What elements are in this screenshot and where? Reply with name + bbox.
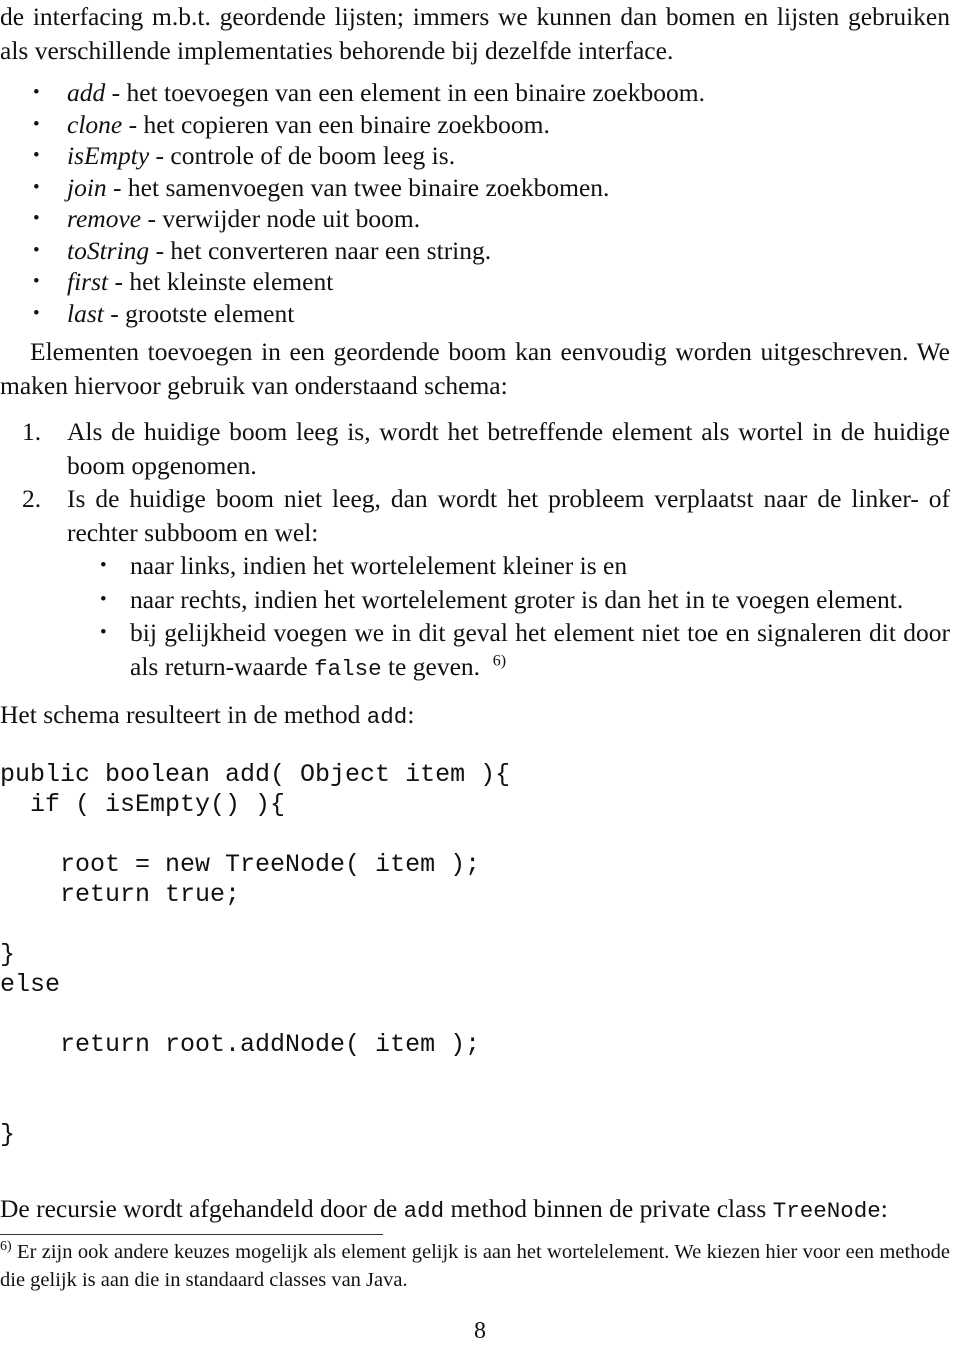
footnote-marker: 6) [0, 1239, 12, 1255]
step-sublist: • naar links, indien het wortelelement k… [67, 549, 950, 686]
bullet-icon: • [33, 208, 40, 229]
bullet-icon: • [33, 145, 40, 166]
list-item: 2. Is de huidige boom niet leeg, dan wor… [0, 482, 950, 686]
method-name: join [67, 172, 107, 202]
method-name: isEmpty [67, 141, 150, 170]
footnote-reference[interactable]: 6) [493, 652, 506, 669]
method-name: clone [67, 109, 123, 139]
bullet-icon: • [33, 302, 40, 324]
bullet-icon: • [33, 271, 40, 292]
method-name: last [67, 298, 104, 328]
footnote-separator [0, 1234, 383, 1235]
method-intro-after: : [407, 700, 415, 729]
list-item: • isEmpty - controle of de boom leeg is. [0, 141, 950, 172]
list-item: • remove - verwijder node uit boom. [0, 204, 950, 235]
inline-code-add: add [403, 1198, 445, 1224]
method-intro-line: Het schema resulteert in de method add: [0, 698, 950, 734]
method-description: - verwijder node uit boom. [147, 204, 421, 233]
method-name: toString [67, 235, 150, 265]
bullet-icon: • [100, 588, 107, 610]
inline-code-treenode: TreeNode [772, 1198, 881, 1224]
recursion-note-before: De recursie wordt afgehandeld door de [0, 1194, 404, 1223]
method-description: - het copieren van een binaire zoekboom. [128, 109, 550, 139]
method-description: - grootste element [110, 298, 295, 328]
schema-intro-paragraph: Elementen toevoegen in een geordende boo… [0, 337, 950, 400]
sub-step-text: naar links, indien het wortelelement kle… [130, 551, 628, 580]
method-name: first [67, 267, 109, 296]
method-list: • add - het toevoegen van een element in … [0, 78, 950, 329]
step-number: 2. [22, 484, 42, 513]
bullet-icon: • [33, 239, 40, 261]
list-item: • last - grootste element [0, 299, 950, 330]
recursion-note-middle: method binnen de private class [444, 1194, 773, 1223]
list-item: • naar rechts, indien het wortelelement … [67, 583, 950, 617]
sub-step-text: naar rechts, indien het wortelelement gr… [130, 584, 904, 614]
list-item: • naar links, indien het wortelelement k… [67, 549, 950, 583]
footnote-text: Er zijn ook andere keuzes mogelijk als e… [0, 1241, 951, 1291]
method-description: - het toevoegen van een element in een b… [111, 78, 705, 107]
list-item: 1. Als de huidige boom leeg is, wordt he… [0, 415, 950, 482]
method-name: add [67, 78, 106, 107]
step-number: 1. [22, 417, 42, 446]
bullet-icon: • [33, 82, 40, 103]
recursion-note-line: De recursie wordt afgehandeld door de ad… [0, 1192, 950, 1228]
recursion-note-after: : [880, 1194, 888, 1223]
list-item: • join - het samenvoegen van twee binaire… [0, 173, 950, 204]
method-name: remove [67, 204, 142, 233]
java-code-block: public boolean add( Object item ){ if ( … [0, 760, 511, 1149]
document-page: de interfacing m.b.t. geordende lijsten;… [0, 0, 960, 1348]
bullet-icon: • [33, 176, 40, 198]
method-description: - het converteren naar een string. [155, 235, 492, 265]
inline-code-add: add [366, 704, 408, 730]
page-number: 8 [474, 1318, 486, 1344]
list-item: • bij gelijkheid voegen we in dit geval h… [67, 616, 950, 686]
inline-code-false: false [314, 655, 382, 682]
method-description: - het samenvoegen van twee binaire zoekb… [113, 172, 610, 202]
step-text: Als de huidige boom leeg is, wordt het b… [67, 417, 950, 480]
list-item: • add - het toevoegen van een element in … [0, 78, 950, 109]
list-item: • clone - het copieren van een binaire zo… [0, 110, 950, 141]
page-body: de interfacing m.b.t. geordende lijsten;… [0, 0, 950, 1228]
sub-step-text-after: te geven. [381, 651, 481, 681]
bullet-icon: • [33, 113, 40, 135]
method-description: - controle of de boom leeg is. [155, 141, 456, 170]
method-intro-before: Het schema resulteert in de method [0, 700, 367, 729]
schema-step-list: 1. Als de huidige boom leeg is, wordt he… [0, 415, 950, 686]
method-description: - het kleinste element [114, 267, 334, 296]
footnote: 6) Er zijn ook andere keuzes mogelijk al… [0, 1238, 950, 1294]
step-text: Is de huidige boom niet leeg, dan wordt … [67, 484, 950, 547]
sub-step-text-before: bij gelijkheid voegen we in dit geval he… [130, 618, 950, 681]
bullet-icon: • [100, 555, 107, 576]
list-item: • toString - het converteren naar een str… [0, 236, 950, 267]
list-item: • first - het kleinste element [0, 267, 950, 298]
intro-paragraph: de interfacing m.b.t. geordende lijsten;… [0, 2, 950, 65]
bullet-icon: • [100, 622, 107, 643]
